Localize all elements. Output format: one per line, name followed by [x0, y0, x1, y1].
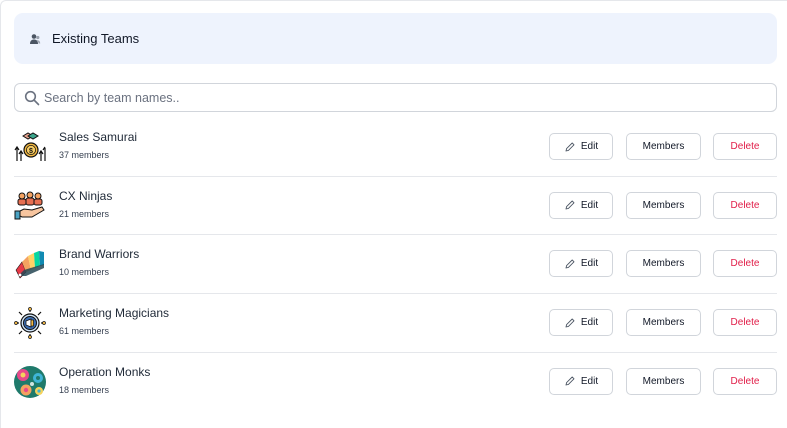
- members-button[interactable]: Members: [626, 309, 701, 337]
- team-name: Sales Samurai: [59, 129, 138, 144]
- team-actions: Edit Members Delete: [549, 191, 777, 219]
- search-bar[interactable]: [14, 83, 777, 112]
- edit-button-label: Edit: [580, 375, 599, 387]
- edit-button[interactable]: Edit: [549, 309, 613, 337]
- money-growth-icon: $: [14, 131, 46, 163]
- members-button[interactable]: Members: [626, 367, 701, 395]
- megaphone-gear-icon: [14, 307, 46, 339]
- team-actions: Edit Members Delete: [549, 309, 777, 337]
- gears-pattern-icon: [14, 366, 46, 399]
- team-actions: Edit Members Delete: [549, 250, 777, 278]
- existing-teams-header: Existing Teams: [14, 13, 777, 64]
- hand-people-icon: [14, 190, 46, 222]
- pencil-icon: [564, 317, 576, 329]
- team-name: Brand Warriors: [59, 247, 140, 262]
- delete-button[interactable]: Delete: [713, 191, 777, 219]
- team-row: Operation Monks 18 members Edit Members …: [14, 353, 777, 412]
- edit-button[interactable]: Edit: [549, 133, 613, 160]
- team-row: CX Ninjas 21 members Edit Members Delete: [14, 177, 777, 236]
- search-icon: [24, 90, 40, 106]
- page-title: Existing Teams: [52, 31, 140, 46]
- pencil-icon: [564, 141, 576, 153]
- team-member-count: 21 members: [59, 208, 110, 219]
- members-button[interactable]: Members: [626, 133, 701, 160]
- team-name: CX Ninjas: [59, 188, 113, 203]
- team-member-count: 61 members: [59, 325, 110, 336]
- search-input[interactable]: [44, 84, 776, 111]
- delete-button[interactable]: Delete: [713, 133, 777, 160]
- delete-button[interactable]: Delete: [713, 367, 777, 395]
- pencil-icon: [564, 258, 576, 270]
- delete-button[interactable]: Delete: [713, 250, 777, 278]
- edit-button-label: Edit: [580, 258, 599, 270]
- edit-button[interactable]: Edit: [549, 250, 613, 278]
- users-icon: [29, 33, 41, 45]
- team-actions: Edit Members Delete: [549, 133, 777, 160]
- team-member-count: 18 members: [59, 385, 110, 396]
- edit-button-label: Edit: [580, 141, 599, 152]
- team-row: Marketing Magicians 61 members Edit Memb…: [14, 294, 777, 353]
- color-swatch-icon: [14, 248, 46, 280]
- members-button[interactable]: Members: [626, 191, 701, 219]
- edit-button-label: Edit: [580, 199, 599, 211]
- edit-button[interactable]: Edit: [549, 191, 613, 219]
- team-row: $ Sales Samurai 37 members Edit Members …: [14, 118, 777, 177]
- members-button[interactable]: Members: [626, 250, 701, 278]
- svg-text:$: $: [29, 148, 33, 155]
- pencil-icon: [564, 375, 576, 387]
- team-member-count: 10 members: [59, 267, 110, 278]
- team-actions: Edit Members Delete: [549, 367, 777, 395]
- team-row: Brand Warriors 10 members Edit Members D…: [14, 235, 777, 295]
- delete-button[interactable]: Delete: [713, 309, 777, 337]
- team-name: Marketing Magicians: [59, 305, 170, 320]
- pencil-icon: [564, 199, 576, 211]
- team-member-count: 37 members: [59, 149, 110, 160]
- edit-button[interactable]: Edit: [549, 367, 613, 395]
- edit-button-label: Edit: [580, 317, 599, 329]
- team-name: Operation Monks: [59, 365, 151, 380]
- team-list: $ Sales Samurai 37 members Edit Members …: [14, 118, 777, 411]
